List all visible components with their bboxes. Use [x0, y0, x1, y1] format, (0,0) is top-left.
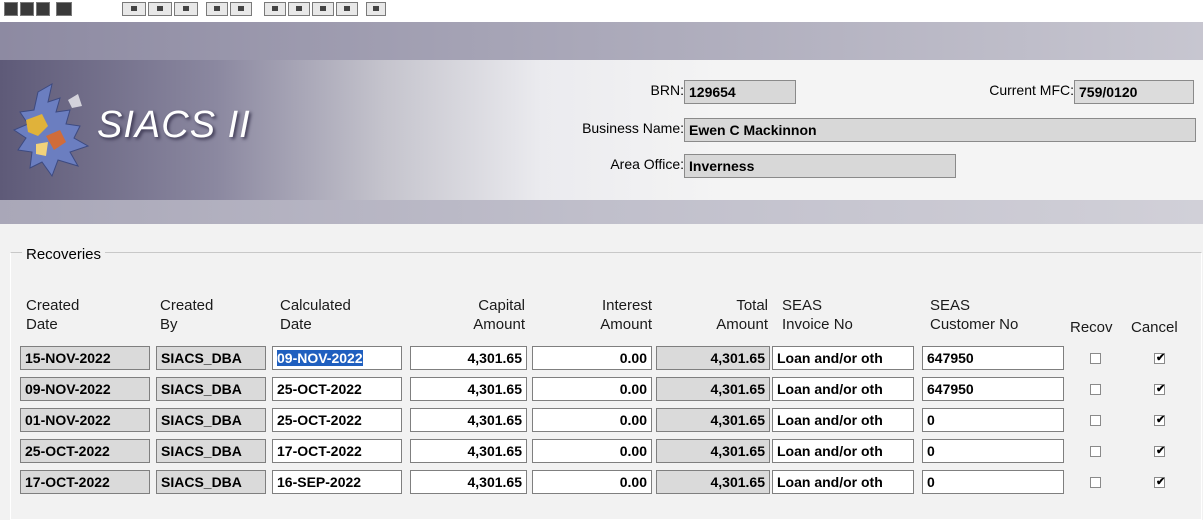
total-amount-cell: 4,301.65 — [656, 439, 770, 463]
created-by-cell: SIACS_DBA — [156, 408, 266, 432]
cancel-checkbox[interactable]: ✔ — [1154, 476, 1166, 488]
recoveries-panel: Recoveries Created Date Created By Calcula… — [0, 224, 1203, 520]
copy-icon[interactable] — [148, 2, 172, 16]
first-record-icon[interactable] — [264, 2, 286, 16]
check-icon: ✔ — [1156, 476, 1166, 488]
seas-customer-field[interactable]: 647950 — [922, 346, 1064, 370]
col-header-seas-customer-no: SEAS Customer No — [930, 297, 1019, 333]
created-date-cell: 25-OCT-2022 — [20, 439, 150, 463]
current-mfc-label: Current MFC: — [989, 82, 1074, 98]
recoveries-title: Recoveries — [22, 246, 106, 263]
created-date-cell: 01-NOV-2022 — [20, 408, 150, 432]
calculated-date-field[interactable]: 16-SEP-2022 — [272, 470, 402, 494]
separator-band — [0, 200, 1203, 224]
created-by-cell: SIACS_DBA — [156, 470, 266, 494]
interest-amount-field[interactable]: 0.00 — [532, 439, 652, 463]
recov-checkbox[interactable] — [1090, 415, 1101, 426]
brn-field: 129654 — [684, 80, 796, 104]
col-header-calculated-date: Calculated Date — [280, 297, 351, 333]
last-record-icon[interactable] — [336, 2, 358, 16]
cancel-checkbox[interactable]: ✔ — [1154, 445, 1166, 457]
redo-icon[interactable] — [230, 2, 252, 16]
recov-checkbox[interactable] — [1090, 353, 1101, 364]
calculated-date-field[interactable]: 25-OCT-2022 — [272, 377, 402, 401]
total-amount-cell: 4,301.65 — [656, 346, 770, 370]
cancel-checkbox[interactable]: ✔ — [1154, 352, 1166, 364]
capital-amount-field[interactable]: 4,301.65 — [410, 408, 527, 432]
scotland-map-icon — [12, 83, 90, 178]
recov-checkbox[interactable] — [1090, 477, 1101, 488]
calculated-date-field[interactable]: 17-OCT-2022 — [272, 439, 402, 463]
title-band — [0, 22, 1203, 60]
calculated-date-field[interactable]: 09-NOV-2022 — [272, 346, 402, 370]
created-date-cell: 09-NOV-2022 — [20, 377, 150, 401]
col-header-capital-amount: Capital Amount — [473, 297, 525, 333]
col-header-recov: Recov — [1070, 319, 1113, 336]
col-header-created-date: Created Date — [26, 297, 80, 333]
created-by-cell: SIACS_DBA — [156, 377, 266, 401]
created-by-cell: SIACS_DBA — [156, 346, 266, 370]
next-record-icon[interactable] — [312, 2, 334, 16]
business-name-field: Ewen C Mackinnon — [684, 118, 1196, 142]
interest-amount-field[interactable]: 0.00 — [532, 470, 652, 494]
seas-invoice-field[interactable]: Loan and/or oth — [772, 408, 914, 432]
recov-checkbox[interactable] — [1090, 446, 1101, 457]
area-office-field: Inverness — [684, 154, 956, 178]
col-header-interest-amount: Interest Amount — [600, 297, 652, 333]
interest-amount-field[interactable]: 0.00 — [532, 346, 652, 370]
cancel-checkbox[interactable]: ✔ — [1154, 383, 1166, 395]
capital-amount-field[interactable]: 4,301.65 — [410, 346, 527, 370]
seas-invoice-field[interactable]: Loan and/or oth — [772, 346, 914, 370]
brn-label: BRN: — [650, 82, 684, 98]
col-header-cancel: Cancel — [1131, 319, 1178, 336]
help-icon[interactable] — [366, 2, 386, 16]
interest-amount-field[interactable]: 0.00 — [532, 408, 652, 432]
save-icon[interactable] — [4, 2, 18, 16]
paste-icon[interactable] — [174, 2, 198, 16]
created-date-cell: 15-NOV-2022 — [20, 346, 150, 370]
check-icon: ✔ — [1156, 383, 1166, 395]
app-logo-text: SIACS II — [97, 104, 251, 146]
check-icon: ✔ — [1156, 352, 1166, 364]
current-mfc-field: 759/0120 — [1074, 80, 1194, 104]
business-name-label: Business Name: — [582, 120, 684, 136]
capital-amount-field[interactable]: 4,301.65 — [410, 470, 527, 494]
undo-icon[interactable] — [206, 2, 228, 16]
check-icon: ✔ — [1156, 445, 1166, 457]
seas-invoice-field[interactable]: Loan and/or oth — [772, 377, 914, 401]
seas-invoice-field[interactable]: Loan and/or oth — [772, 439, 914, 463]
calculated-date-field[interactable]: 25-OCT-2022 — [272, 408, 402, 432]
seas-invoice-field[interactable]: Loan and/or oth — [772, 470, 914, 494]
seas-customer-field[interactable]: 0 — [922, 470, 1064, 494]
capital-amount-field[interactable]: 4,301.65 — [410, 439, 527, 463]
header-panel: SIACS II BRN: 129654 Current MFC: 759/01… — [0, 60, 1203, 200]
cut-icon[interactable] — [122, 2, 146, 16]
open-icon[interactable] — [36, 2, 50, 16]
col-header-created-by: Created By — [160, 297, 214, 333]
area-office-label: Area Office: — [610, 156, 684, 172]
print-icon[interactable] — [20, 2, 34, 16]
col-header-seas-invoice-no: SEAS Invoice No — [782, 297, 853, 333]
seas-customer-field[interactable]: 0 — [922, 439, 1064, 463]
col-header-total-amount: Total Amount — [716, 297, 768, 333]
seas-customer-field[interactable]: 647950 — [922, 377, 1064, 401]
toolbar — [0, 0, 1203, 22]
total-amount-cell: 4,301.65 — [656, 377, 770, 401]
total-amount-cell: 4,301.65 — [656, 470, 770, 494]
previous-record-icon[interactable] — [288, 2, 310, 16]
capital-amount-field[interactable]: 4,301.65 — [410, 377, 527, 401]
total-amount-cell: 4,301.65 — [656, 408, 770, 432]
cancel-checkbox[interactable]: ✔ — [1154, 414, 1166, 426]
seas-customer-field[interactable]: 0 — [922, 408, 1064, 432]
window-icon[interactable] — [56, 2, 72, 16]
created-by-cell: SIACS_DBA — [156, 439, 266, 463]
interest-amount-field[interactable]: 0.00 — [532, 377, 652, 401]
created-date-cell: 17-OCT-2022 — [20, 470, 150, 494]
recov-checkbox[interactable] — [1090, 384, 1101, 395]
check-icon: ✔ — [1156, 414, 1166, 426]
